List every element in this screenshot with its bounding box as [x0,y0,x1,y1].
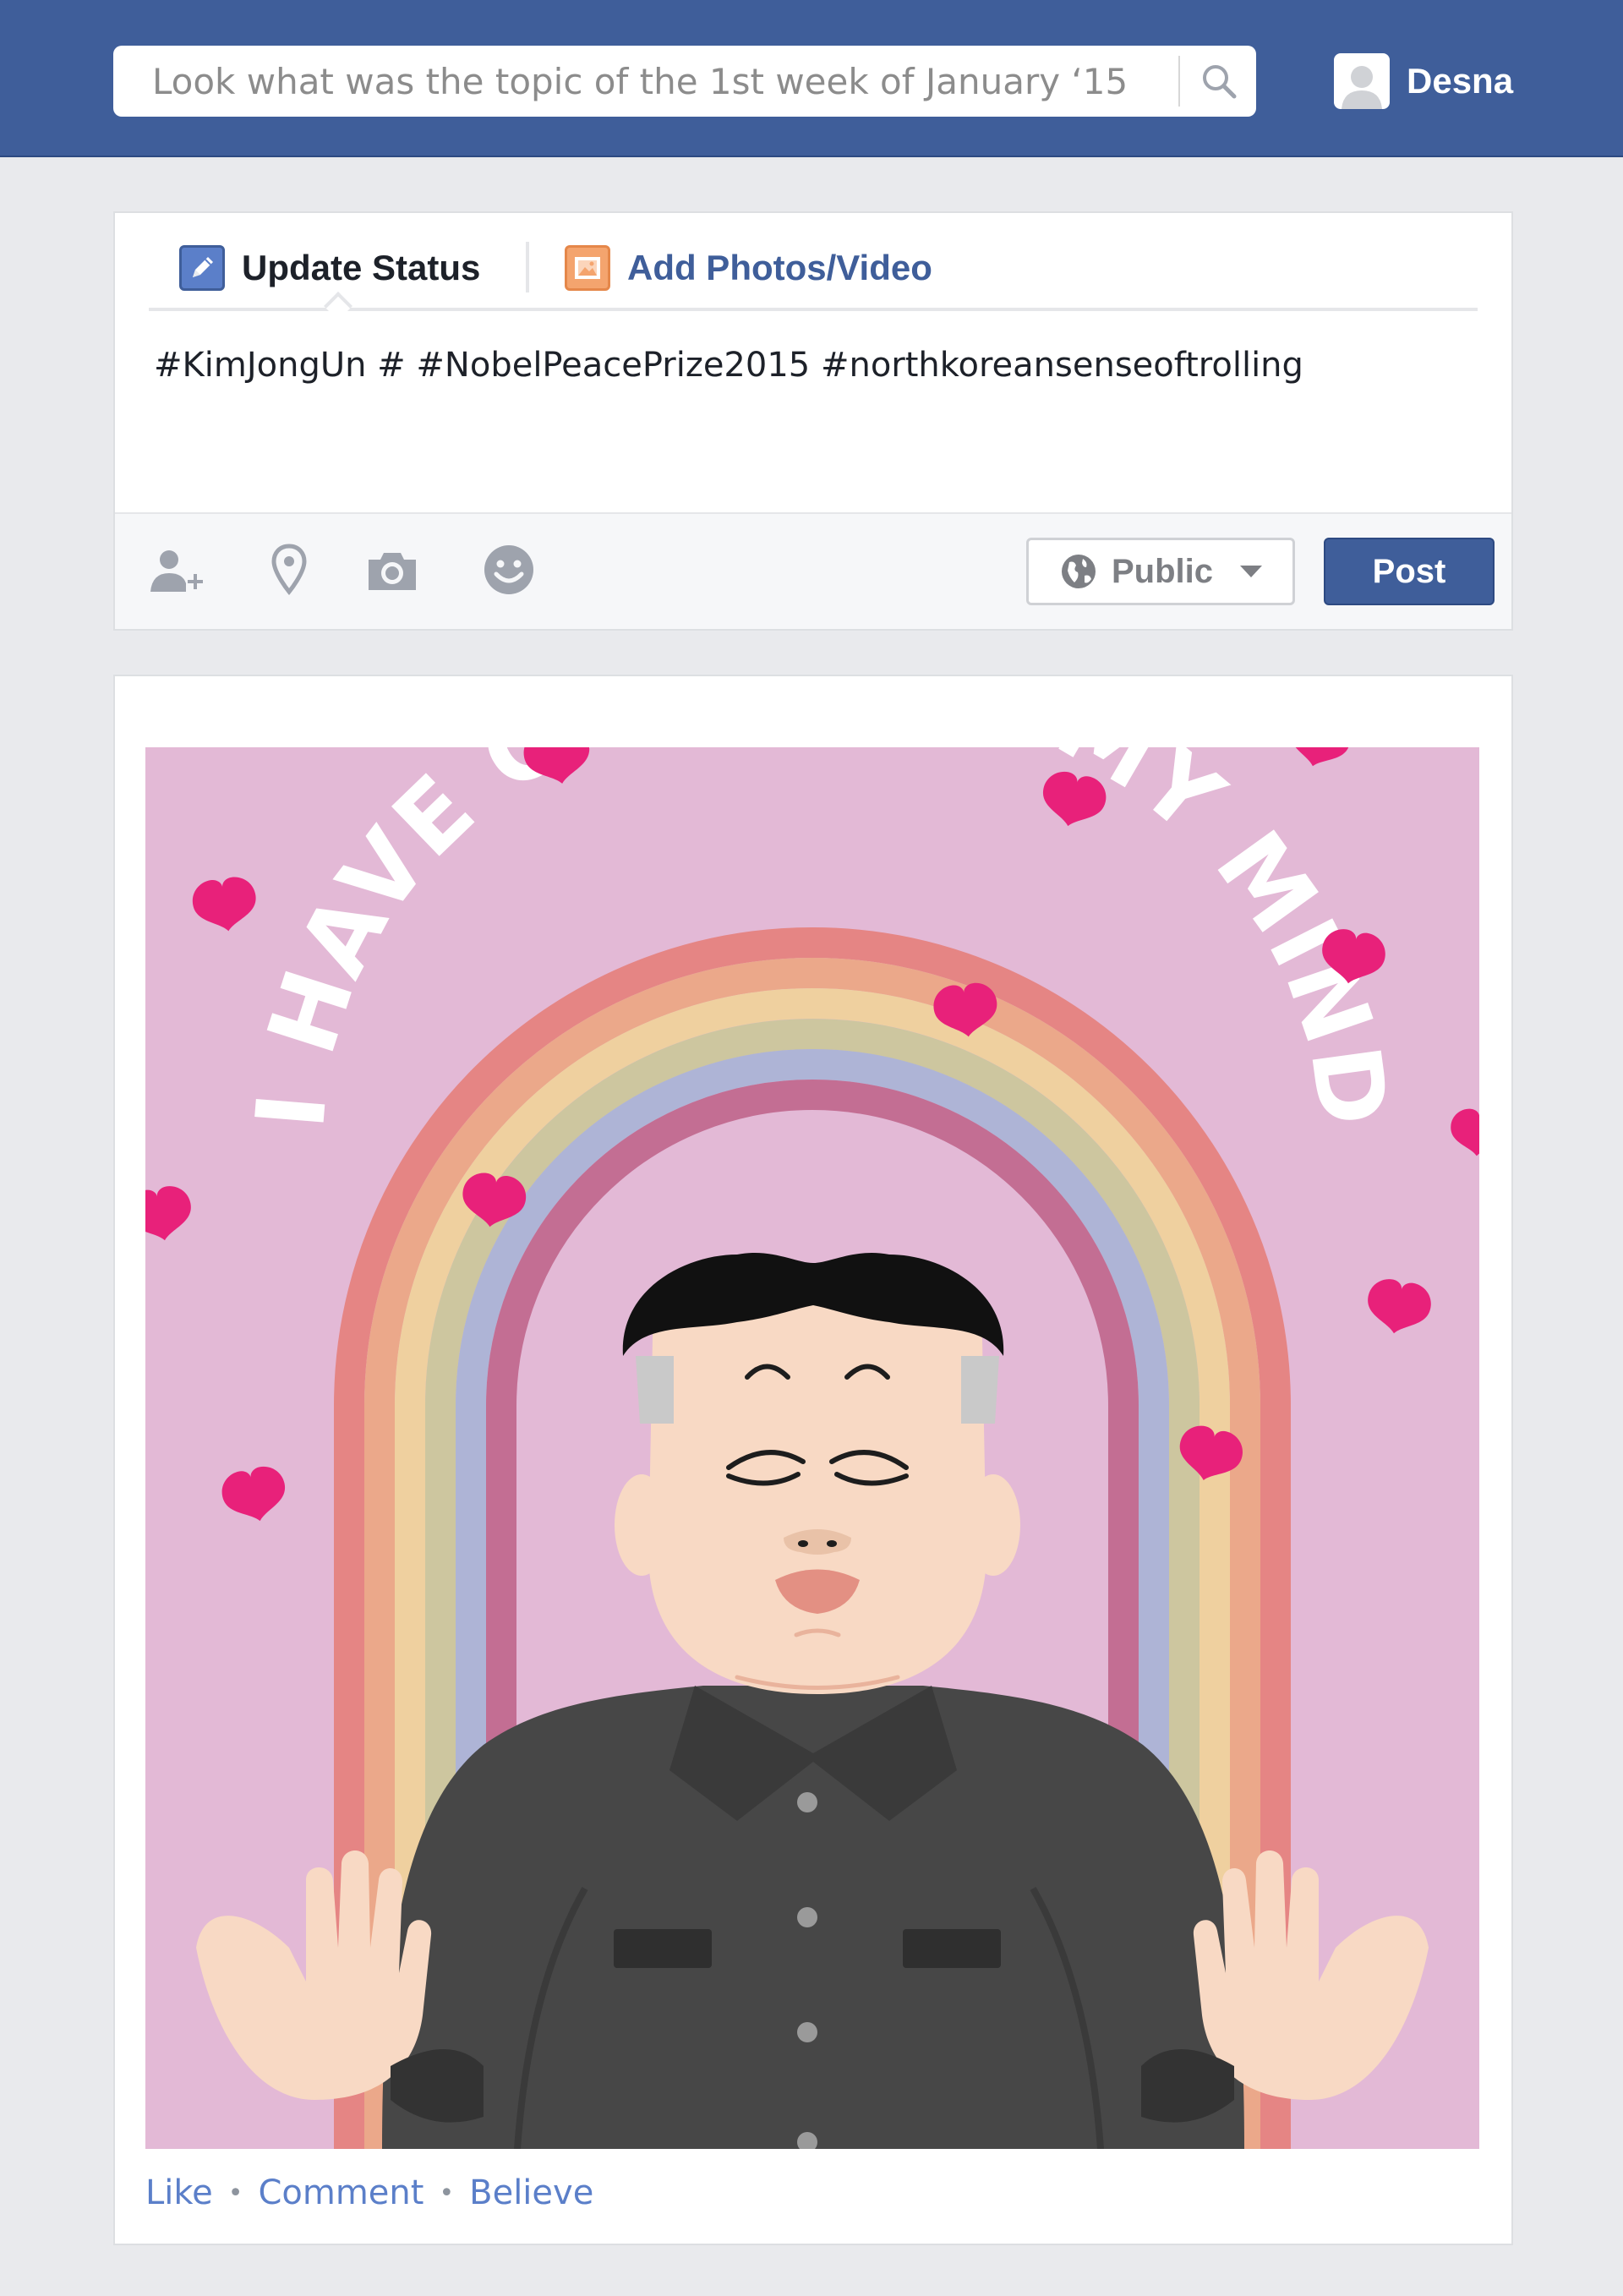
tab-update-status[interactable]: Update Status [179,232,480,304]
composer-footer: Public Post [115,512,1511,629]
tag-friends-button[interactable] [145,539,206,600]
search-divider [1178,56,1180,107]
like-link[interactable]: Like [145,2173,213,2212]
add-photo-button[interactable] [362,539,423,600]
audience-selector[interactable]: Public [1026,538,1295,605]
pencil-icon [179,245,225,291]
top-bar: Desna [0,0,1623,157]
check-in-button[interactable] [259,539,320,600]
tab-add-photos-video-label: Add Photos/Video [627,248,932,287]
status-composer: Update Status Add Photos/Video #KimJongU… [113,211,1513,631]
globe-icon [1062,555,1096,588]
separator-dot: • [439,2178,455,2208]
location-pin-icon [271,544,307,595]
user-name: Desna [1407,61,1514,101]
tab-update-status-label: Update Status [242,248,481,287]
post-button[interactable]: Post [1324,538,1495,605]
search-input[interactable] [113,46,1177,117]
smiley-icon [484,545,533,594]
separator-dot: • [227,2178,243,2208]
comment-link[interactable]: Comment [258,2173,424,2212]
search-button[interactable] [1182,46,1256,117]
search-icon [1203,65,1237,99]
avatar [1334,53,1390,109]
user-profile-link[interactable]: Desna [1334,51,1513,112]
post-card: I HAVE CHANGED MY MIND [113,675,1513,2245]
camera-icon [369,553,416,590]
tag-friends-icon [150,550,203,592]
believe-link[interactable]: Believe [469,2173,593,2212]
person-silhouette-icon [1342,66,1382,109]
photo-icon [565,245,610,291]
composer-tabs: Update Status Add Photos/Video [149,232,1478,320]
tab-add-photos-video[interactable]: Add Photos/Video [565,232,932,304]
feeling-button[interactable] [478,539,539,600]
tab-divider [526,242,529,292]
post-image: I HAVE CHANGED MY MIND [145,747,1479,2149]
post-actions: Like • Comment • Believe [145,2168,593,2218]
status-text-input[interactable]: #KimJongUn # #NobelPeacePrize2015 #north… [154,340,1473,467]
audience-label: Public [1112,552,1214,590]
chevron-down-icon [1240,566,1263,577]
search-box [113,46,1256,117]
